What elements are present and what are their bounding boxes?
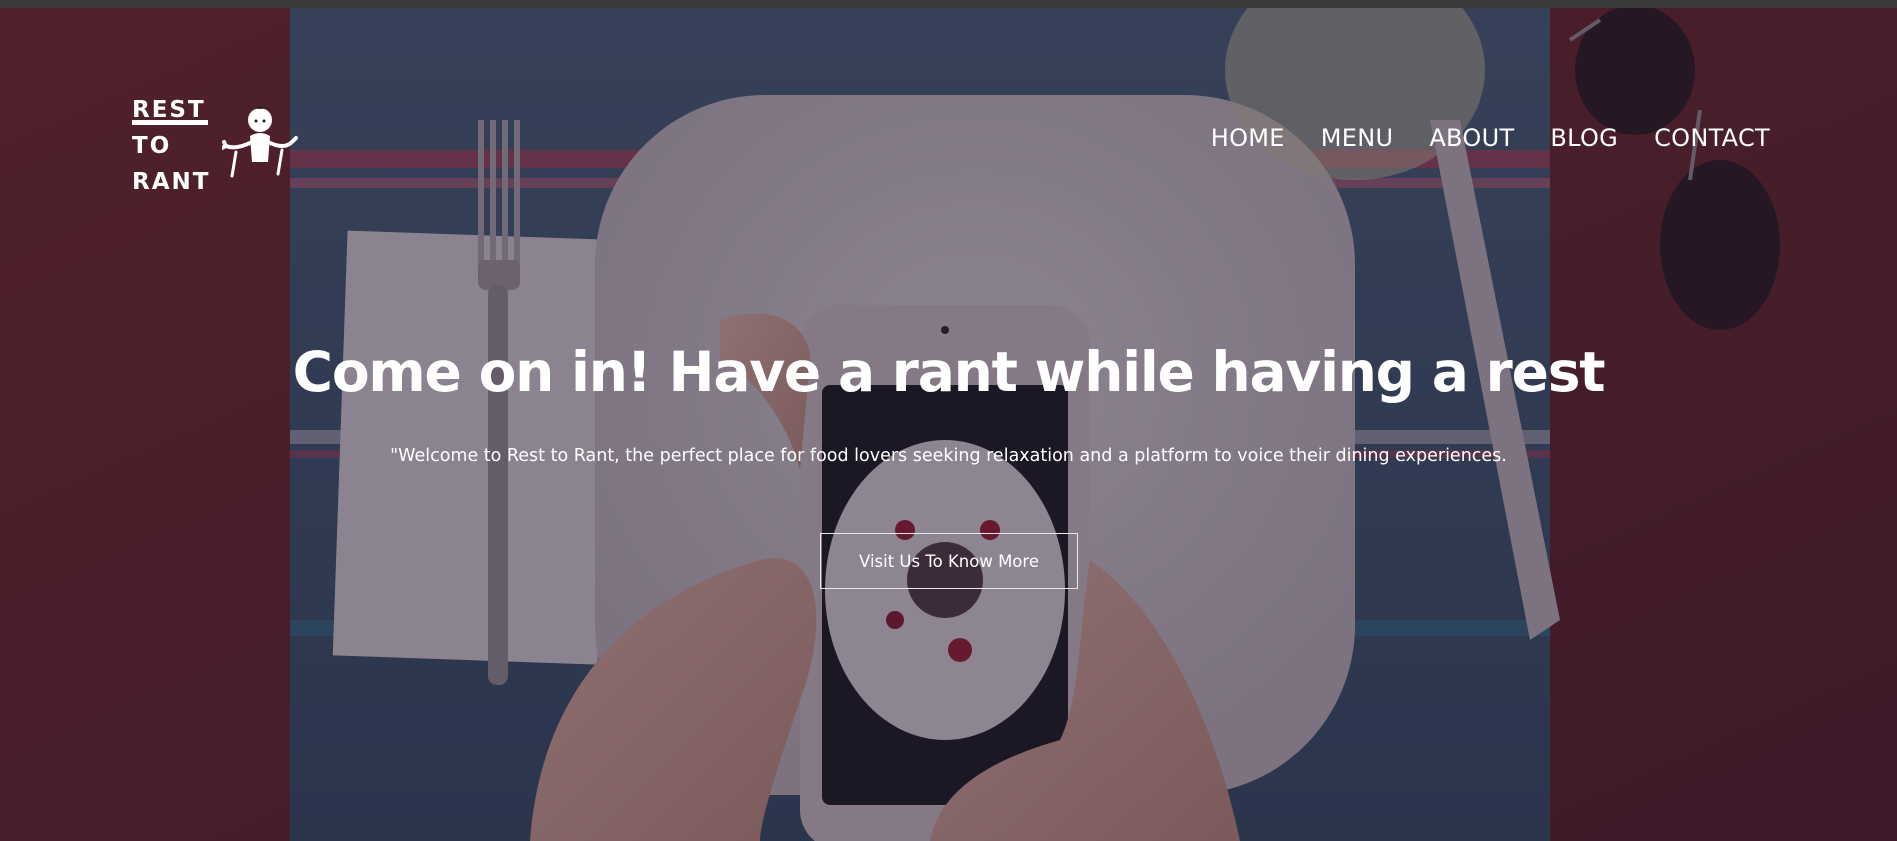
brand-logo[interactable]: REST TO RANT (132, 92, 302, 195)
main-navigation: HOME MENU ABOUT BLOG CONTACT (1211, 124, 1770, 152)
logo-line-3: RANT (132, 169, 211, 195)
waving-person-icon (222, 107, 298, 178)
nav-item-home[interactable]: HOME (1211, 124, 1285, 152)
nav-item-blog[interactable]: BLOG (1550, 124, 1618, 152)
hero-headline: Come on in! Have a rant while having a r… (292, 340, 1606, 404)
nav-item-about[interactable]: ABOUT (1429, 124, 1514, 152)
logo-underline (132, 120, 208, 125)
visit-us-button[interactable]: Visit Us To Know More (820, 533, 1078, 589)
logo-wordmark: REST TO RANT (132, 92, 210, 200)
browser-top-strip (0, 0, 1897, 8)
logo-line-2: TO (132, 133, 172, 159)
hero-subtext: "Welcome to Rest to Rant, the perfect pl… (390, 446, 1507, 466)
nav-item-contact[interactable]: CONTACT (1654, 124, 1770, 152)
nav-item-menu[interactable]: MENU (1321, 124, 1394, 152)
